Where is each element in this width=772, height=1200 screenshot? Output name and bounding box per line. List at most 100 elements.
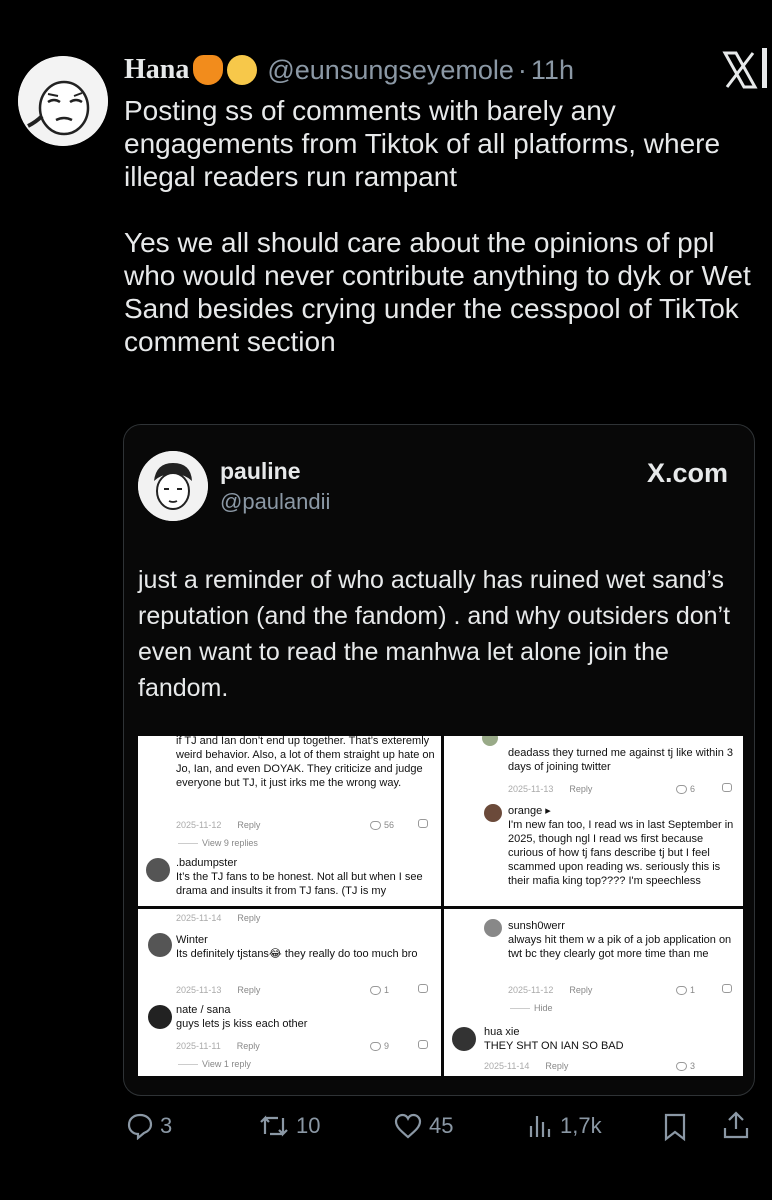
- comment-date: 2025-11-12: [176, 820, 222, 830]
- like-button[interactable]: 45: [393, 1112, 453, 1140]
- like-count[interactable]: 3: [676, 1059, 695, 1073]
- views-count: 1,7k: [560, 1113, 602, 1138]
- tweet-paragraph: Posting ss of comments with barely any e…: [124, 95, 721, 192]
- comment-date: 2025-11-12: [508, 985, 554, 995]
- reply-link[interactable]: Reply: [569, 782, 592, 796]
- commenter-avatar: [148, 933, 172, 957]
- post-time[interactable]: 11h: [531, 55, 574, 86]
- comment-meta: 2025-11-11 Reply: [176, 1039, 260, 1053]
- commenter-name: sunsh0werr: [508, 920, 565, 932]
- views-bar-chart-icon: [529, 1116, 551, 1137]
- like-count[interactable]: 1: [370, 983, 389, 997]
- tweet-action-bar: 3 10 45 1,7k: [0, 1108, 772, 1148]
- commenter-avatar: [148, 1005, 172, 1029]
- dislike-icon[interactable]: [418, 1040, 428, 1049]
- comment-meta: 2025-11-14 Reply: [176, 911, 260, 925]
- flushed-face-emoji-icon: [227, 55, 258, 85]
- tweet-header: Hana @eunsungseyemole · 11h: [124, 52, 574, 88]
- tweet-paragraph: Yes we all should care about the opinion…: [124, 227, 751, 357]
- author-avatar[interactable]: [18, 56, 108, 146]
- comment-screenshot-1[interactable]: if TJ and Ian don’t end up together. Tha…: [138, 736, 441, 906]
- reply-link[interactable]: Reply: [237, 911, 260, 925]
- comment-meta: 2025-11-14 Reply: [484, 1059, 568, 1073]
- commenter-avatar: [484, 919, 502, 937]
- quoted-author-handle[interactable]: @paulandii: [220, 489, 330, 515]
- reply-link[interactable]: Reply: [569, 983, 592, 997]
- quoted-author-avatar[interactable]: [138, 451, 208, 521]
- heart-icon: [370, 1042, 381, 1052]
- like-count[interactable]: 56: [370, 818, 394, 832]
- dislike-icon[interactable]: [722, 984, 732, 993]
- heart-icon: [370, 821, 381, 831]
- view-replies-link[interactable]: View 9 replies: [178, 836, 258, 850]
- repost-button[interactable]: 10: [258, 1112, 320, 1140]
- share-button[interactable]: [722, 1110, 750, 1140]
- comment-date: 2025-11-14: [484, 1061, 530, 1071]
- comment-text: It’s the TJ fans to be honest. Not all b…: [176, 871, 423, 897]
- comment-text: always hit them w a pik of a job applica…: [508, 934, 732, 960]
- comment-meta: 2025-11-13 Reply: [176, 983, 260, 997]
- like-count[interactable]: 1: [676, 983, 695, 997]
- comment-text: Its definitely tjstans😂 they really do t…: [176, 948, 418, 960]
- commenter-name: hua xie: [484, 1026, 520, 1038]
- commenter-name: nate / sana: [176, 1004, 231, 1016]
- commenter-avatar: [484, 804, 502, 822]
- comment-date: 2025-11-14: [176, 913, 222, 923]
- bookmark-icon: [664, 1113, 686, 1142]
- tweet-text: Posting ss of comments with barely any e…: [124, 94, 754, 358]
- comment-screenshot-4[interactable]: sunsh0werr always hit them w a pik of a …: [444, 909, 743, 1076]
- like-count[interactable]: 9: [370, 1039, 389, 1053]
- commenter-name: .badumpster: [176, 857, 238, 869]
- like-count[interactable]: 6: [676, 782, 695, 796]
- heart-icon: [676, 785, 687, 795]
- reply-count: 3: [160, 1113, 173, 1138]
- quoted-post[interactable]: pauline @paulandii X.com just a reminder…: [123, 424, 755, 1096]
- comment-date: 2025-11-13: [176, 985, 222, 995]
- quoted-site-label: X.com: [646, 458, 728, 488]
- dislike-icon[interactable]: [418, 984, 428, 993]
- comment-text: I'm new fan too, I read ws in last Septe…: [508, 819, 734, 887]
- reply-link[interactable]: Reply: [545, 1059, 568, 1073]
- commenter-name: Winter: [176, 934, 208, 946]
- x-logo-icon: [722, 51, 758, 89]
- comment-meta: 2025-11-12 Reply: [176, 818, 260, 832]
- bald-face-doodle-icon: [18, 56, 108, 146]
- separator-dot: ·: [517, 54, 527, 85]
- reply-link[interactable]: Reply: [237, 983, 260, 997]
- reply-icon: [127, 1113, 153, 1140]
- fox-emoji-icon: [193, 55, 224, 85]
- comment-text: guys lets js kiss each other: [176, 1018, 308, 1030]
- repost-count: 10: [296, 1113, 321, 1138]
- commenter-name: orange ▸: [508, 805, 551, 817]
- view-replies-link[interactable]: View 1 reply: [178, 1057, 251, 1071]
- boy-face-doodle-icon: [138, 451, 208, 521]
- dislike-icon[interactable]: [722, 783, 732, 792]
- bookmark-button[interactable]: [662, 1112, 688, 1142]
- author-handle[interactable]: @eunsungseyemole: [267, 55, 514, 86]
- comment-text: THEY SHT ON IAN SO BAD: [484, 1040, 624, 1052]
- share-icon: [723, 1111, 749, 1139]
- hide-replies-link[interactable]: Hide: [510, 1001, 553, 1015]
- dislike-icon[interactable]: [418, 819, 428, 828]
- comment-text: if TJ and Ian don’t end up together. Tha…: [176, 736, 435, 789]
- reply-button[interactable]: 3: [126, 1112, 172, 1140]
- comment-text: deadass they turned me against tj like w…: [508, 747, 734, 773]
- heart-icon: [676, 1062, 687, 1072]
- comment-screenshot-2[interactable]: deadass they turned me against tj like w…: [444, 736, 743, 906]
- author-name[interactable]: Hana: [124, 54, 189, 86]
- reply-link[interactable]: Reply: [237, 1039, 260, 1053]
- comment-screenshot-3[interactable]: 2025-11-14 Reply Winter Its definitely t…: [138, 909, 441, 1076]
- comment-date: 2025-11-13: [508, 784, 554, 794]
- comment-meta: 2025-11-12 Reply: [508, 983, 592, 997]
- comment-date: 2025-11-11: [176, 1041, 221, 1051]
- commenter-avatar: [452, 1027, 476, 1051]
- like-count: 45: [429, 1113, 454, 1138]
- overflow-bar-icon: [762, 48, 767, 88]
- reply-link[interactable]: Reply: [237, 818, 260, 832]
- heart-icon: [394, 1113, 422, 1139]
- quoted-author-name[interactable]: pauline: [220, 458, 301, 485]
- repost-icon: [260, 1115, 288, 1137]
- views-button[interactable]: 1,7k: [526, 1112, 602, 1140]
- heart-icon: [370, 986, 381, 996]
- commenter-avatar: [482, 736, 498, 746]
